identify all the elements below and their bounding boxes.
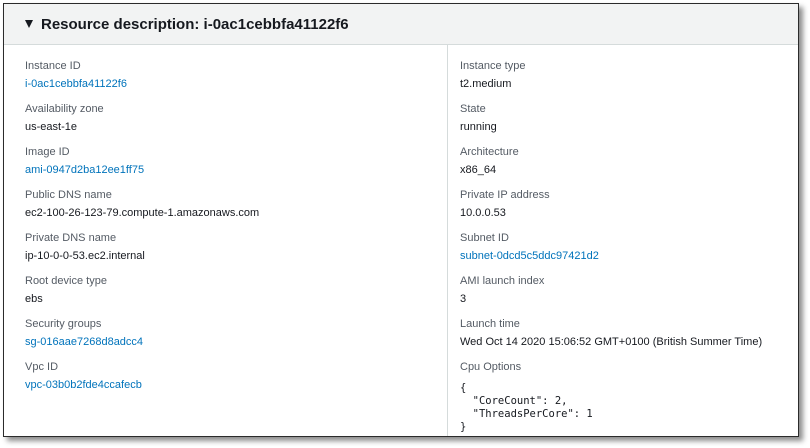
image-id-link[interactable]: ami-0947d2ba12ee1ff75 — [25, 163, 144, 177]
root-device-type-value: ebs — [25, 293, 43, 305]
availability-zone-label: Availability zone — [25, 103, 104, 115]
field-launch-time: Launch time Wed Oct 14 2020 15:06:52 GMT… — [460, 317, 762, 349]
collapse-caret-icon[interactable] — [25, 20, 33, 28]
field-root-device-type: Root device type ebs — [25, 274, 107, 306]
field-state: State running — [460, 102, 497, 134]
field-public-dns: Public DNS name ec2-100-26-123-79.comput… — [25, 188, 259, 220]
public-dns-value: ec2-100-26-123-79.compute-1.amazonaws.co… — [25, 207, 260, 219]
subnet-id-link[interactable]: subnet-0dcd5c5ddc97421d2 — [460, 249, 599, 263]
cpu-options-json: { "CoreCount": 2, "ThreadsPerCore": 1 } — [460, 382, 593, 433]
architecture-value: x86_64 — [460, 164, 497, 176]
vpc-id-label: Vpc ID — [25, 361, 59, 373]
panel-title: Resource description: i-0ac1cebbfa41122f… — [41, 15, 349, 33]
cpu-options-label: Cpu Options — [460, 361, 522, 373]
instance-type-label: Instance type — [460, 60, 526, 72]
instance-type-value: t2.medium — [460, 78, 512, 90]
field-instance-type: Instance type t2.medium — [460, 59, 525, 91]
launch-time-value: Wed Oct 14 2020 15:06:52 GMT+0100 (Briti… — [460, 336, 763, 348]
private-dns-label: Private DNS name — [25, 232, 117, 244]
instance-id-label: Instance ID — [25, 60, 81, 72]
field-security-groups: Security groups sg-016aae7268d8adcc4 — [25, 317, 143, 349]
field-cpu-options: Cpu Options { "CoreCount": 2, "ThreadsPe… — [460, 360, 593, 434]
right-column: Instance type t2.medium State running Ar… — [448, 45, 798, 436]
private-dns-value: ip-10-0-0-53.ec2.internal — [25, 250, 145, 262]
architecture-label: Architecture — [460, 146, 519, 158]
security-groups-label: Security groups — [25, 318, 102, 330]
field-subnet-id: Subnet ID subnet-0dcd5c5ddc97421d2 — [460, 231, 599, 263]
security-group-link[interactable]: sg-016aae7268d8adcc4 — [25, 335, 143, 349]
state-label: State — [460, 103, 486, 115]
left-column: Instance ID i-0ac1cebbfa41122f6 Availabi… — [13, 45, 448, 436]
image-id-label: Image ID — [25, 146, 70, 158]
field-vpc-id: Vpc ID vpc-03b0b2fde4ccafecb — [25, 360, 142, 392]
private-ip-label: Private IP address — [460, 189, 550, 201]
public-dns-label: Public DNS name — [25, 189, 112, 201]
field-image-id: Image ID ami-0947d2ba12ee1ff75 — [25, 145, 144, 177]
vpc-id-link[interactable]: vpc-03b0b2fde4ccafecb — [25, 378, 142, 392]
state-value: running — [460, 121, 497, 133]
subnet-id-label: Subnet ID — [460, 232, 509, 244]
root-device-type-label: Root device type — [25, 275, 107, 287]
panel-header[interactable]: Resource description: i-0ac1cebbfa41122f… — [4, 4, 798, 45]
ami-launch-index-value: 3 — [460, 293, 467, 305]
resource-description-panel: Resource description: i-0ac1cebbfa41122f… — [3, 3, 799, 437]
field-ami-launch-index: AMI launch index 3 — [460, 274, 544, 306]
private-ip-value: 10.0.0.53 — [460, 207, 506, 219]
launch-time-label: Launch time — [460, 318, 520, 330]
field-instance-id: Instance ID i-0ac1cebbfa41122f6 — [25, 59, 127, 91]
field-architecture: Architecture x86_64 — [460, 145, 519, 177]
availability-zone-value: us-east-1e — [25, 121, 77, 133]
field-private-dns: Private DNS name ip-10-0-0-53.ec2.intern… — [25, 231, 145, 263]
instance-id-link[interactable]: i-0ac1cebbfa41122f6 — [25, 77, 127, 91]
field-private-ip: Private IP address 10.0.0.53 — [460, 188, 550, 220]
ami-launch-index-label: AMI launch index — [460, 275, 545, 287]
field-availability-zone: Availability zone us-east-1e — [25, 102, 104, 134]
